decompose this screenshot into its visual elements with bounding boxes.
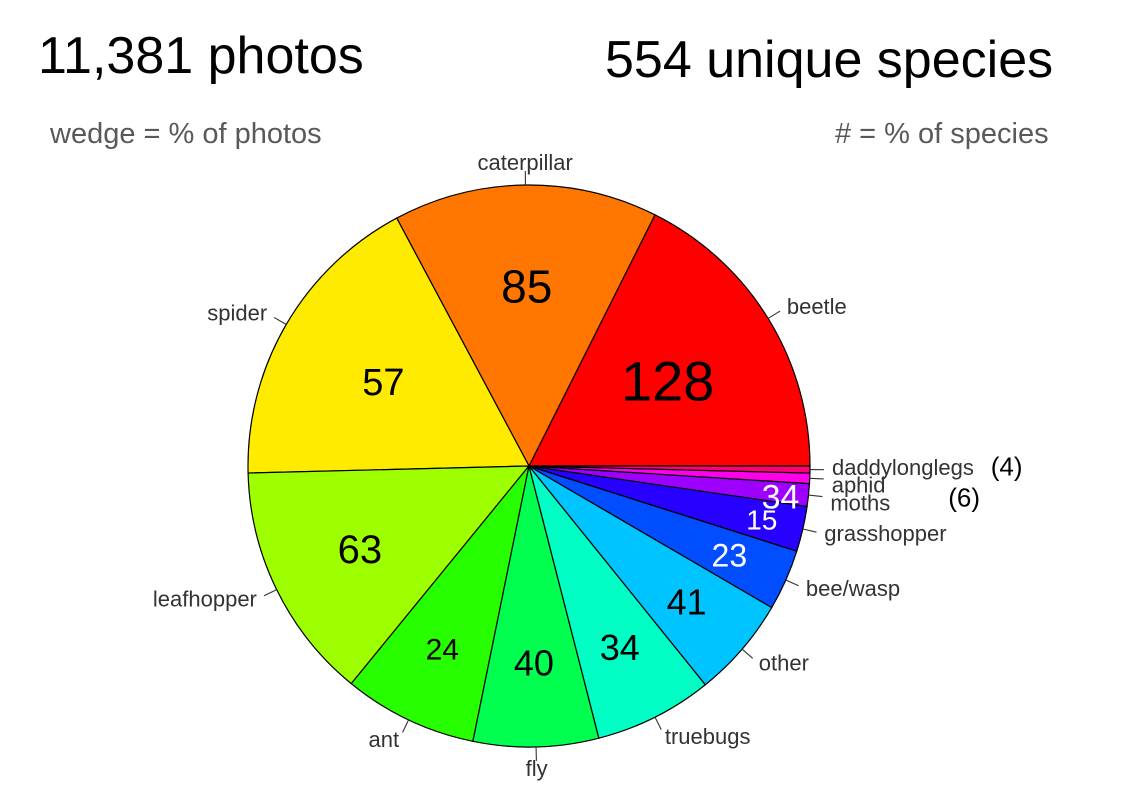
label-tick-spider xyxy=(273,316,287,325)
species-value-bee-wasp: 23 xyxy=(712,537,748,573)
species-value-leafhopper: 63 xyxy=(338,528,383,572)
species-value-ant: 24 xyxy=(426,634,459,667)
label-tick-bee-wasp xyxy=(785,579,799,587)
category-label-truebugs: truebugs xyxy=(665,724,751,749)
label-tick-moths xyxy=(808,494,823,498)
species-value-daddylonglegs: (4) xyxy=(991,451,1023,481)
species-value-beetle: 128 xyxy=(621,350,714,413)
category-label-fly: fly xyxy=(526,756,548,781)
label-tick-beetle xyxy=(767,310,781,319)
category-label-bee-wasp: bee/wasp xyxy=(806,576,900,601)
label-tick-grasshopper xyxy=(802,528,817,533)
species-value-moths: 34 xyxy=(762,478,800,516)
species-value-other: 41 xyxy=(667,582,707,623)
category-label-leafhopper: leafhopper xyxy=(153,586,257,611)
category-label-daddylonglegs: daddylonglegs xyxy=(832,455,974,480)
species-value-spider: 57 xyxy=(362,362,404,404)
label-tick-leafhopper xyxy=(263,589,277,597)
label-tick-aphid xyxy=(809,477,824,480)
label-tick-other xyxy=(741,648,754,659)
category-label-spider: spider xyxy=(207,300,267,325)
category-label-beetle: beetle xyxy=(787,294,847,319)
category-label-grasshopper: grasshopper xyxy=(824,521,946,546)
label-tick-truebugs xyxy=(654,716,662,730)
species-value-fly: 40 xyxy=(514,643,554,684)
label-tick-ant xyxy=(402,719,410,733)
species-value-caterpillar: 85 xyxy=(501,261,552,313)
pie-chart: beetle caterpillar spider leafhopper ant fly t… xyxy=(153,150,1023,781)
species-value-truebugs: 34 xyxy=(600,627,640,668)
category-label-other: other xyxy=(759,651,809,676)
category-label-ant: ant xyxy=(369,727,400,752)
category-label-caterpillar: caterpillar xyxy=(478,150,573,175)
species-value-aphid: (6) xyxy=(948,483,980,513)
